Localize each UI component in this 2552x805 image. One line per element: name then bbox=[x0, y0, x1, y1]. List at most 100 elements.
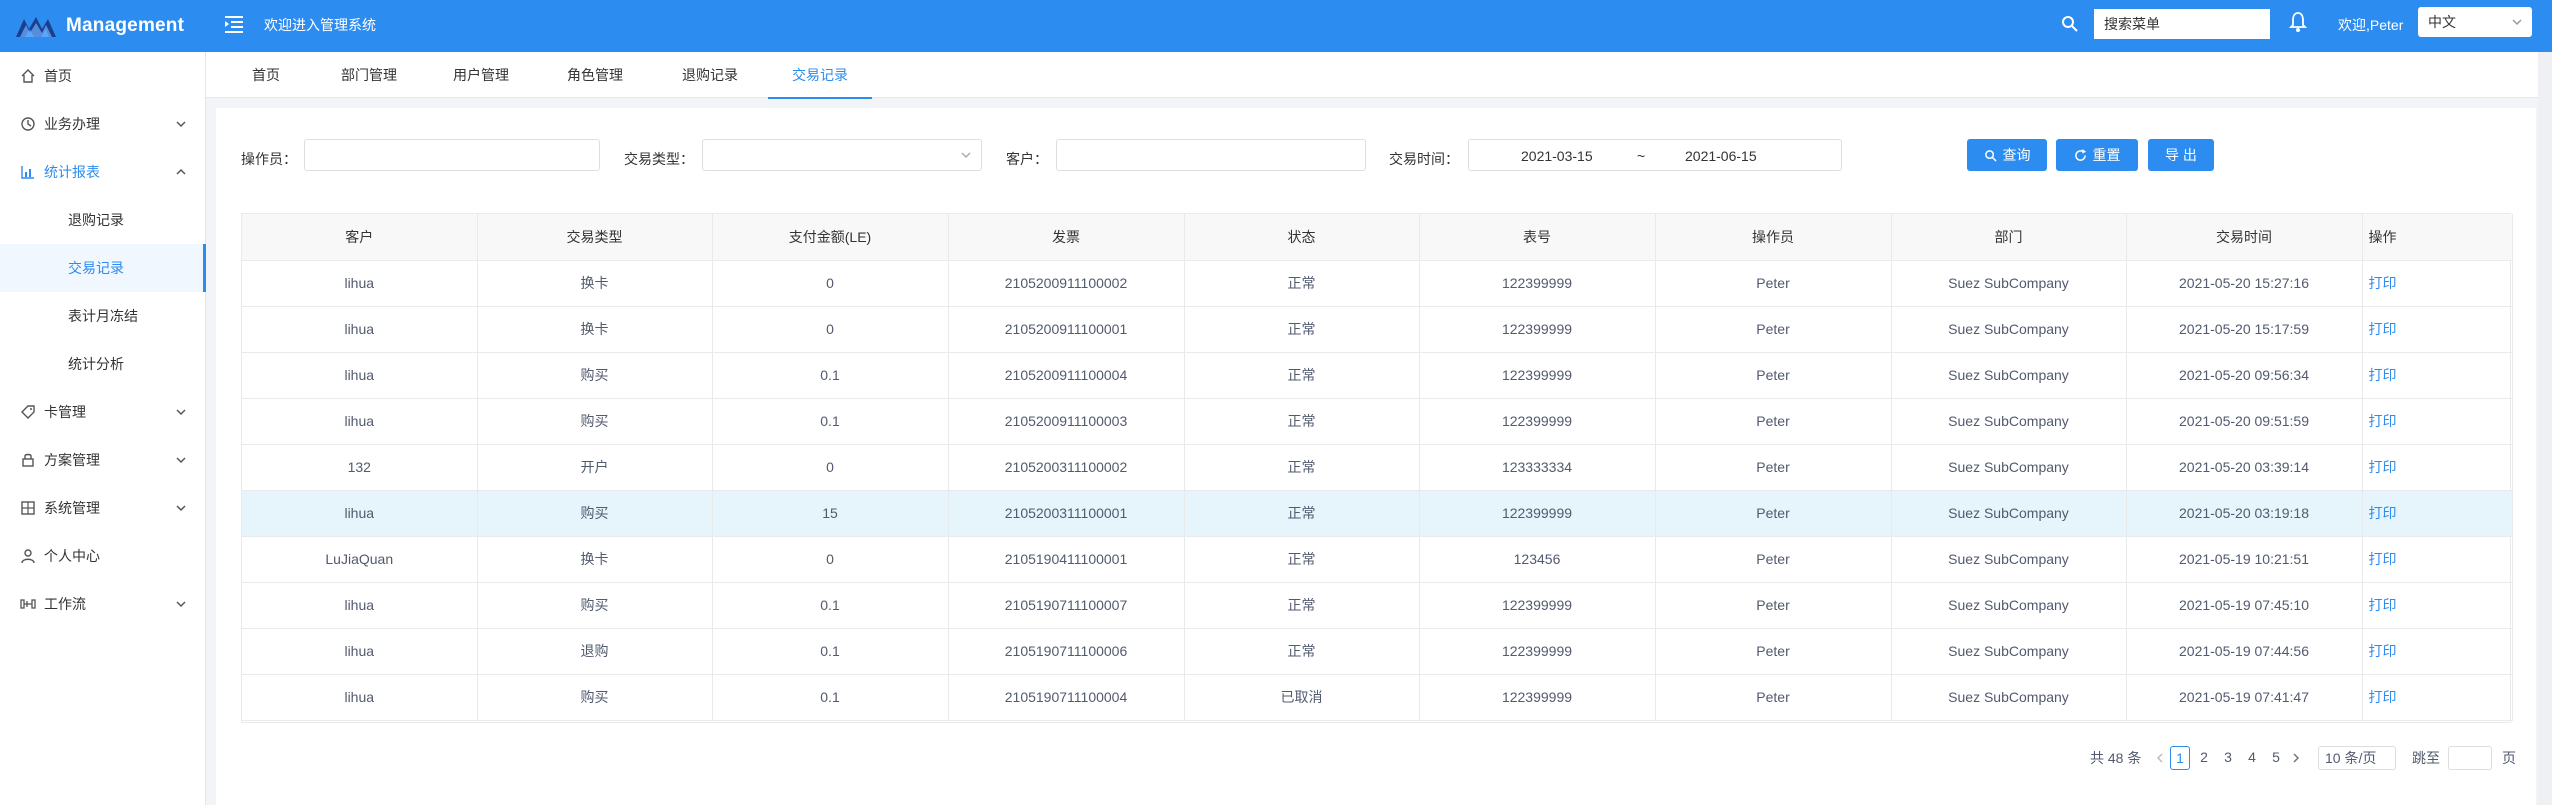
print-link[interactable]: 打印 bbox=[2369, 321, 2397, 337]
tab-refund-records[interactable]: 退购记录 bbox=[665, 52, 755, 98]
table-row[interactable]: LuJiaQuan 换卡 0 2105190411100001 正常 123456 Pete… bbox=[242, 536, 2513, 583]
page-button[interactable]: 4 bbox=[2242, 746, 2262, 770]
bell-icon[interactable] bbox=[2288, 11, 2308, 33]
table-cell: 正常 bbox=[1184, 536, 1420, 583]
page-size-select[interactable]: 10 条/页 bbox=[2318, 746, 2396, 770]
table-cell: 0.1 bbox=[712, 398, 949, 445]
chevron-down-icon bbox=[176, 505, 186, 512]
print-link[interactable]: 打印 bbox=[2369, 505, 2397, 521]
reset-button[interactable]: 重置 bbox=[2056, 139, 2138, 171]
table-row[interactable]: lihua 退购 0.1 2105190711100006 正常 122399999 Pet… bbox=[242, 628, 2513, 675]
sidebar-subitem-refund-records[interactable]: 退购记录 bbox=[0, 196, 206, 244]
column-header[interactable]: 交易类型 bbox=[477, 214, 713, 261]
right-scrollbar[interactable] bbox=[2538, 52, 2552, 805]
language-select[interactable]: 中文 bbox=[2418, 7, 2532, 37]
table-cell: Peter bbox=[1655, 536, 1892, 583]
print-link[interactable]: 打印 bbox=[2369, 689, 2397, 705]
customer-input[interactable] bbox=[1056, 139, 1366, 171]
print-link[interactable]: 打印 bbox=[2369, 367, 2397, 383]
sidebar-item-workflow[interactable]: 工作流 bbox=[0, 580, 206, 628]
date-range-picker[interactable]: 2021-03-15 ~ 2021-06-15 bbox=[1468, 139, 1842, 171]
table-cell: 换卡 bbox=[477, 306, 713, 353]
table-row[interactable]: lihua 购买 0.1 2105200911100004 正常 122399999 Pet… bbox=[242, 352, 2513, 399]
logo[interactable]: Management bbox=[16, 0, 184, 52]
column-header[interactable]: 客户 bbox=[242, 214, 478, 261]
column-header[interactable]: 交易时间 bbox=[2126, 214, 2363, 261]
print-link[interactable]: 打印 bbox=[2369, 275, 2397, 291]
next-page-icon[interactable] bbox=[2290, 746, 2302, 770]
print-link[interactable]: 打印 bbox=[2369, 551, 2397, 567]
tab-home[interactable]: 首页 bbox=[236, 52, 296, 98]
sidebar-item-label: 首页 bbox=[44, 68, 72, 84]
column-header[interactable]: 部门 bbox=[1891, 214, 2127, 261]
print-link[interactable]: 打印 bbox=[2369, 459, 2397, 475]
table-row[interactable]: lihua 购买 0.1 2105190711100004 已取消 122399999 Pe… bbox=[242, 674, 2513, 721]
export-button[interactable]: 导 出 bbox=[2148, 139, 2214, 171]
sidebar-subitem-transaction-records[interactable]: 交易记录 bbox=[0, 244, 206, 292]
column-header[interactable]: 操作员 bbox=[1655, 214, 1892, 261]
sidebar-item-personal-center[interactable]: 个人中心 bbox=[0, 532, 206, 580]
language-value: 中文 bbox=[2428, 14, 2456, 30]
page-button[interactable]: 1 bbox=[2170, 746, 2190, 770]
sidebar-item-label: 业务办理 bbox=[44, 116, 100, 132]
table-row[interactable]: lihua 购买 0.1 2105200911100003 正常 122399999 Pet… bbox=[242, 398, 2513, 445]
tab-users[interactable]: 用户管理 bbox=[436, 52, 526, 98]
tab-department[interactable]: 部门管理 bbox=[324, 52, 414, 98]
table-cell: lihua bbox=[242, 398, 478, 445]
sidebar-item-label: 卡管理 bbox=[44, 404, 86, 420]
table-cell: Suez SubCompany bbox=[1891, 628, 2127, 675]
menu-search-input[interactable] bbox=[2094, 9, 2270, 39]
table-cell: 正常 bbox=[1184, 398, 1420, 445]
column-header[interactable]: 支付金额(LE) bbox=[712, 214, 949, 261]
export-button-label: 导 出 bbox=[2165, 147, 2197, 163]
sidebar-subitem-meter-monthly-freeze[interactable]: 表计月冻结 bbox=[0, 292, 206, 340]
table-row[interactable]: 132 开户 0 2105200311100002 正常 123333334 Peter Su… bbox=[242, 444, 2513, 491]
jump-page-input[interactable] bbox=[2448, 746, 2492, 770]
table-cell: Suez SubCompany bbox=[1891, 674, 2127, 721]
table-cell: 2021-05-20 09:56:34 bbox=[2126, 352, 2363, 399]
page-button[interactable]: 3 bbox=[2218, 746, 2238, 770]
sidebar-item-system-management[interactable]: 系统管理 bbox=[0, 484, 206, 532]
table-row[interactable]: lihua 换卡 0 2105200911100002 正常 122399999 Peter… bbox=[242, 260, 2513, 307]
table-row[interactable]: lihua 换卡 0 2105200911100001 正常 122399999 Peter… bbox=[242, 306, 2513, 353]
table-cell-action: 打印 bbox=[2362, 628, 2513, 675]
table-cell: 正常 bbox=[1184, 444, 1420, 491]
search-icon[interactable] bbox=[2060, 14, 2080, 34]
table-row[interactable]: lihua 购买 0.1 2105190711100007 正常 122399999 Pet… bbox=[242, 582, 2513, 629]
table-row[interactable]: lihua 购买 15 2105200311100001 正常 122399999 Pete… bbox=[242, 490, 2513, 537]
print-link[interactable]: 打印 bbox=[2369, 643, 2397, 659]
column-header[interactable]: 操作 bbox=[2362, 214, 2513, 261]
tab-transaction-records[interactable]: 交易记录 bbox=[768, 52, 872, 99]
sidebar-item-card-management[interactable]: 卡管理 bbox=[0, 388, 206, 436]
sidebar-item-business[interactable]: 业务办理 bbox=[0, 100, 206, 148]
table-cell: LuJiaQuan bbox=[242, 536, 478, 583]
column-header[interactable]: 状态 bbox=[1184, 214, 1420, 261]
prev-page-icon[interactable] bbox=[2154, 746, 2166, 770]
query-button[interactable]: 查询 bbox=[1967, 139, 2047, 171]
print-link[interactable]: 打印 bbox=[2369, 413, 2397, 429]
table-cell-action: 打印 bbox=[2362, 260, 2513, 307]
top-header: Management 欢迎进入管理系统 欢迎,Peter 中文 bbox=[0, 0, 2552, 52]
table-cell: 122399999 bbox=[1419, 398, 1656, 445]
page-button[interactable]: 2 bbox=[2194, 746, 2214, 770]
table-cell-action: 打印 bbox=[2362, 444, 2513, 491]
welcome-user-text[interactable]: 欢迎,Peter bbox=[2338, 15, 2403, 35]
print-link[interactable]: 打印 bbox=[2369, 597, 2397, 613]
sidebar: 首页 业务办理 统计报表 退购记录 交易记录 表计月冻结 统计分析 卡管理 方案… bbox=[0, 52, 206, 805]
table-cell: 购买 bbox=[477, 398, 713, 445]
tab-roles[interactable]: 角色管理 bbox=[550, 52, 640, 98]
page-button[interactable]: 5 bbox=[2266, 746, 2286, 770]
operator-input[interactable] bbox=[304, 139, 600, 171]
table-cell: 正常 bbox=[1184, 582, 1420, 629]
sidebar-subitem-statistics[interactable]: 统计分析 bbox=[0, 340, 206, 388]
column-header[interactable]: 表号 bbox=[1419, 214, 1656, 261]
sidebar-item-reports[interactable]: 统计报表 bbox=[0, 148, 206, 196]
brand-name: Management bbox=[66, 15, 185, 36]
sidebar-item-home[interactable]: 首页 bbox=[0, 52, 206, 100]
transaction-type-select[interactable] bbox=[702, 139, 982, 171]
sidebar-item-plan-management[interactable]: 方案管理 bbox=[0, 436, 206, 484]
menu-toggle-icon[interactable] bbox=[222, 12, 246, 36]
customer-label: 客户： bbox=[1006, 151, 1048, 167]
column-header[interactable]: 发票 bbox=[948, 214, 1185, 261]
table-cell: 122399999 bbox=[1419, 628, 1656, 675]
